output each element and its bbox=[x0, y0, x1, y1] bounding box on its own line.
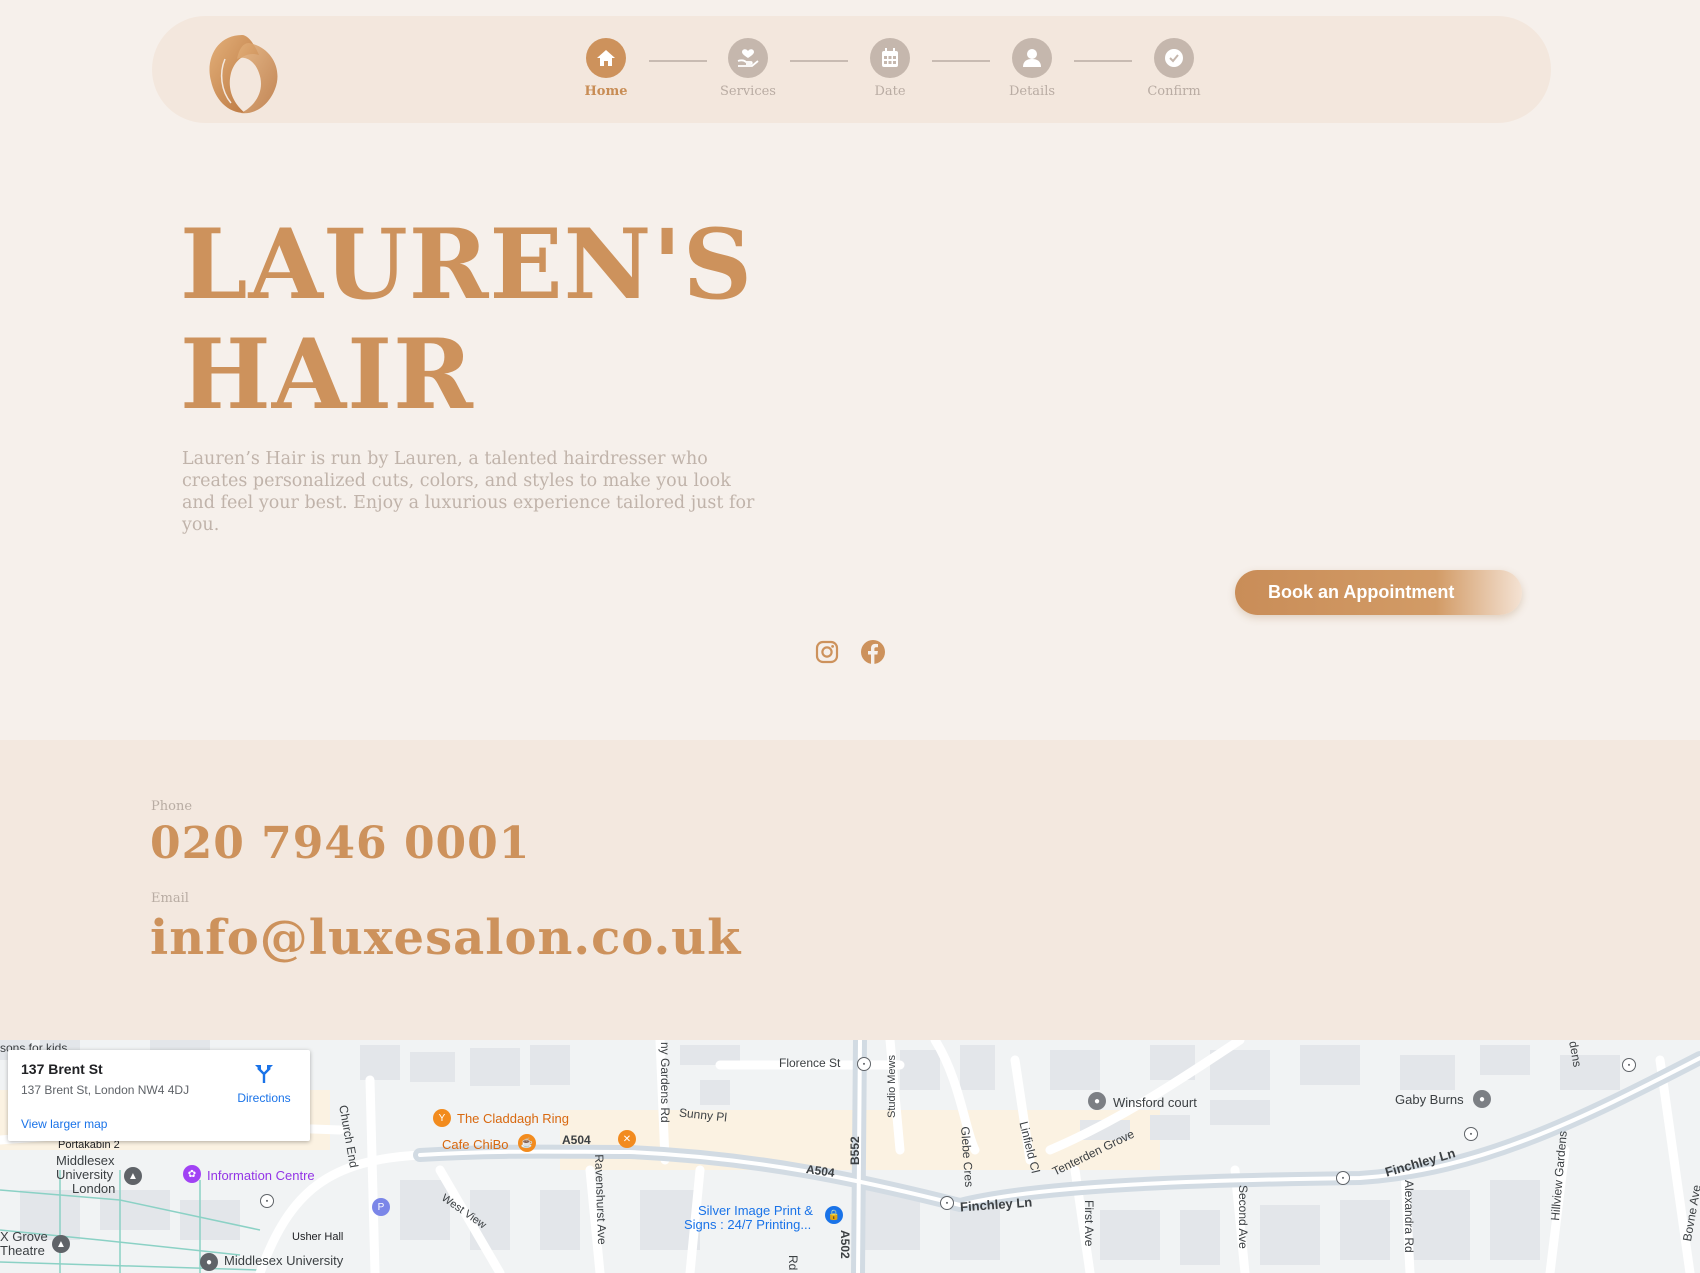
facebook-icon[interactable] bbox=[860, 639, 886, 665]
hero-description: Lauren’s Hair is run by Lauren, a talent… bbox=[182, 449, 755, 535]
map-label: Usher Hall bbox=[292, 1231, 344, 1243]
place-pin-icon[interactable]: ● bbox=[1473, 1090, 1491, 1108]
contact-section: Phone 020 7946 0001 Email info@luxesalon… bbox=[0, 740, 1700, 1040]
step-home[interactable]: Home bbox=[556, 38, 656, 99]
email-address[interactable]: info@luxesalon.co.uk bbox=[150, 910, 741, 966]
directions-button[interactable]: Directions bbox=[234, 1062, 294, 1105]
map-info-card: 137 Brent St 137 Brent St, London NW4 4D… bbox=[8, 1050, 310, 1141]
map-label: The Claddagh Ring bbox=[457, 1111, 570, 1126]
map-label: Gaby Burns bbox=[1395, 1092, 1464, 1107]
title-line-2: HAIR bbox=[180, 318, 474, 431]
map-label: Cafe ChiBo bbox=[442, 1137, 509, 1152]
cafe-pin-icon[interactable]: ☕ bbox=[518, 1134, 536, 1152]
map-label: B552 bbox=[848, 1136, 862, 1165]
map-label: Signs : 24/7 Printing... bbox=[684, 1217, 812, 1232]
map-label: Winsford court bbox=[1113, 1095, 1197, 1110]
university-pin-icon[interactable]: ● bbox=[200, 1253, 218, 1271]
view-larger-map-link[interactable]: View larger map bbox=[21, 1117, 107, 1131]
place-pin-icon[interactable]: ● bbox=[1088, 1092, 1106, 1110]
step-label: Date bbox=[874, 84, 906, 99]
booking-steps: Home Services Date Details Confirm bbox=[152, 16, 1551, 123]
step-label: Details bbox=[1008, 84, 1056, 99]
directions-icon bbox=[255, 1065, 273, 1083]
map-label: London bbox=[72, 1181, 116, 1196]
email-label: Email bbox=[151, 891, 189, 906]
map-label: University bbox=[56, 1167, 114, 1182]
map-place-title: 137 Brent St bbox=[21, 1061, 103, 1077]
home-icon bbox=[586, 38, 626, 78]
map-label: Theatre bbox=[0, 1243, 45, 1258]
bus-stop-icon[interactable]: ▪ bbox=[1464, 1127, 1478, 1141]
info-centre-pin-icon[interactable]: ✿ bbox=[183, 1165, 201, 1183]
map-label: Studio Mews bbox=[886, 1055, 898, 1118]
theatre-pin-icon[interactable]: ▲ bbox=[52, 1235, 70, 1253]
header-nav: Home Services Date Details Confirm bbox=[152, 16, 1551, 123]
map-label: Middlesex University bbox=[224, 1253, 344, 1268]
check-circle-icon bbox=[1154, 38, 1194, 78]
map-label: Second Ave bbox=[1236, 1185, 1250, 1249]
map-label: A502 bbox=[838, 1230, 852, 1259]
shop-pin-icon[interactable]: 🔒 bbox=[825, 1206, 843, 1224]
hand-heart-icon bbox=[728, 38, 768, 78]
map-label: Information Centre bbox=[207, 1168, 315, 1183]
map-label: First Ave bbox=[1082, 1200, 1096, 1247]
directions-label: Directions bbox=[237, 1091, 291, 1105]
bus-stop-icon[interactable]: ▪ bbox=[940, 1196, 954, 1210]
phone-number[interactable]: 020 7946 0001 bbox=[150, 818, 530, 869]
step-date[interactable]: Date bbox=[840, 38, 940, 99]
bus-stop-icon[interactable]: ▪ bbox=[1622, 1058, 1636, 1072]
map-place-address: 137 Brent St, London NW4 4DJ bbox=[21, 1083, 190, 1097]
page-title: LAUREN'S HAIR bbox=[180, 210, 753, 430]
map-label: Florence St bbox=[779, 1056, 841, 1070]
user-icon bbox=[1012, 38, 1052, 78]
step-label: Home bbox=[584, 84, 628, 99]
map-label: A504 bbox=[562, 1133, 591, 1147]
book-appointment-button[interactable]: Book an Appointment bbox=[1235, 570, 1522, 615]
bus-stop-icon[interactable]: ▪ bbox=[260, 1194, 274, 1208]
title-line-1: LAUREN'S bbox=[180, 208, 754, 321]
university-pin-icon[interactable]: ▲ bbox=[124, 1167, 142, 1185]
map-label: ny Gardens Rd bbox=[658, 1042, 672, 1123]
step-confirm[interactable]: Confirm bbox=[1124, 38, 1224, 99]
step-services[interactable]: Services bbox=[698, 38, 798, 99]
step-label: Confirm bbox=[1147, 84, 1201, 99]
bar-pin-icon[interactable]: Y bbox=[433, 1109, 451, 1127]
map-label: Middlesex bbox=[56, 1153, 115, 1168]
instagram-icon[interactable] bbox=[814, 639, 840, 665]
map-label: X Grove bbox=[0, 1229, 48, 1244]
parking-pin-icon[interactable]: P bbox=[372, 1198, 390, 1216]
map-label: Silver Image Print & bbox=[698, 1203, 813, 1218]
map-label: Alexandra Rd bbox=[1402, 1180, 1416, 1253]
bus-stop-icon[interactable]: ▪ bbox=[1336, 1171, 1350, 1185]
map-label: Rd bbox=[786, 1255, 800, 1271]
bus-stop-icon[interactable]: ▪ bbox=[857, 1057, 871, 1071]
step-details[interactable]: Details bbox=[982, 38, 1082, 99]
calendar-icon bbox=[870, 38, 910, 78]
restaurant-pin-icon[interactable]: ✕ bbox=[618, 1130, 636, 1148]
step-label: Services bbox=[720, 84, 776, 99]
phone-label: Phone bbox=[151, 799, 193, 814]
